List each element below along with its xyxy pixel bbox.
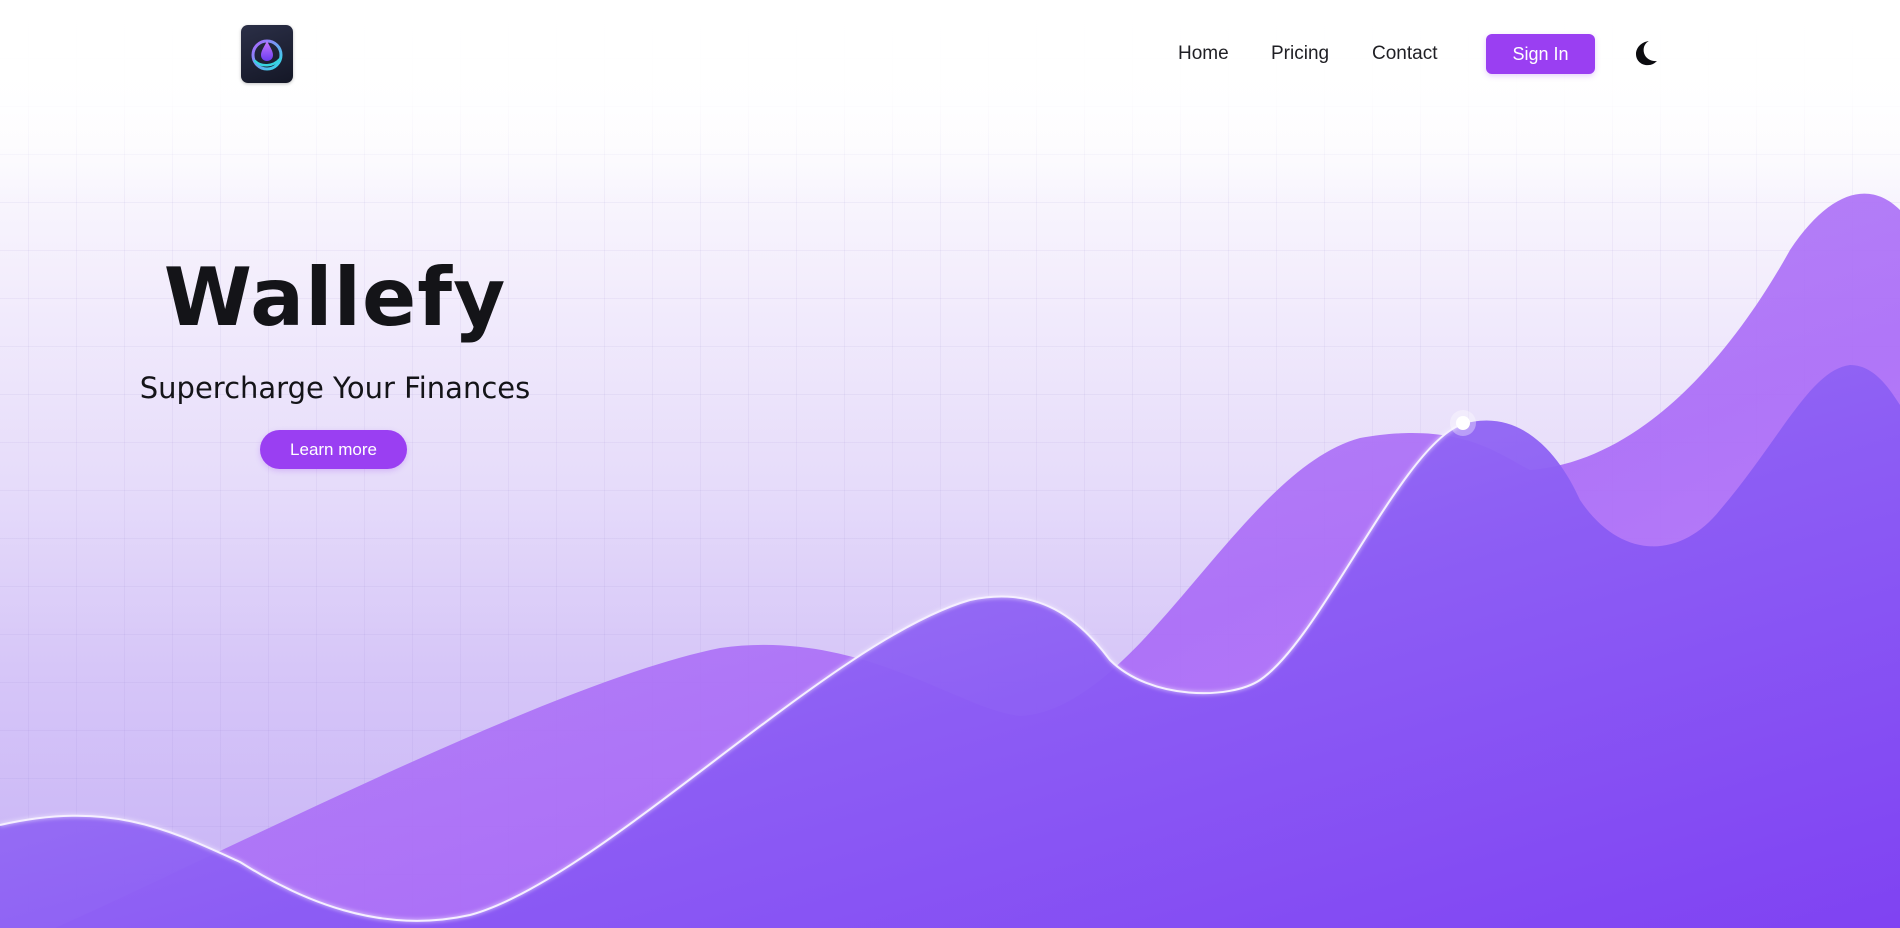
landing-page: Home Pricing Contact Sign In Wallefy Sup…: [0, 0, 1900, 928]
sign-in-button[interactable]: Sign In: [1486, 34, 1595, 74]
moon-icon: [1636, 41, 1657, 66]
theme-toggle-button[interactable]: [1630, 38, 1660, 68]
nav-link-contact[interactable]: Contact: [1372, 43, 1437, 65]
nav-link-pricing[interactable]: Pricing: [1271, 43, 1329, 65]
hero-subtitle: Supercharge Your Finances: [139, 371, 531, 405]
nav-link-home[interactable]: Home: [1178, 43, 1229, 65]
hero-title: Wallefy: [163, 251, 507, 344]
learn-more-button[interactable]: Learn more: [260, 430, 407, 469]
wallet-drop-logo-icon[interactable]: [241, 25, 293, 83]
site-header: Home Pricing Contact Sign In: [0, 0, 1900, 108]
chart-highlight-point: [1456, 416, 1470, 430]
